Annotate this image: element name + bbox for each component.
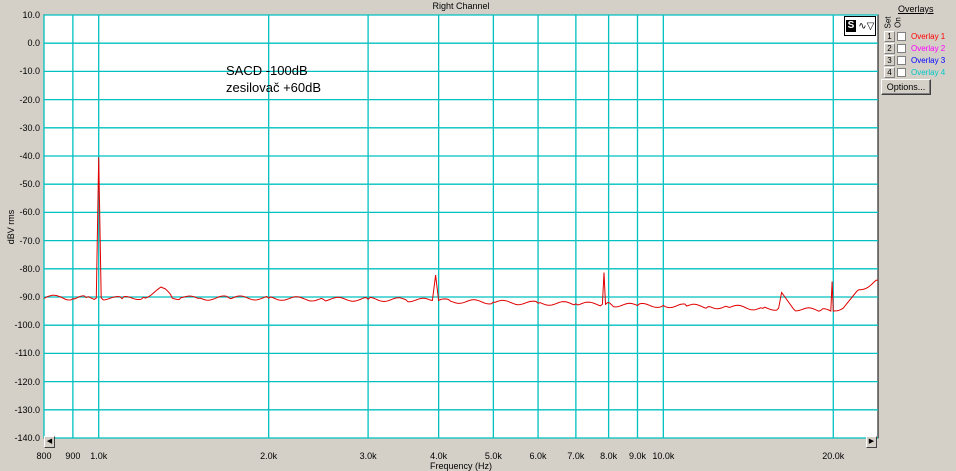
x-tick-label: 10.0k xyxy=(652,451,675,461)
overlay-row: 1 Overlay 1 xyxy=(884,31,945,42)
y-tick-label: -70.0 xyxy=(19,235,40,246)
scroll-left-button[interactable]: ◀ xyxy=(44,436,55,448)
overlay-set-button[interactable]: 2 xyxy=(884,43,895,54)
overlay-on-checkbox[interactable] xyxy=(897,68,906,77)
x-tick-label: 4.0k xyxy=(430,451,448,461)
annotation-line-2: zesilovač +60dB xyxy=(226,80,322,95)
x-tick-label: 20.0k xyxy=(822,451,845,461)
overlay-label: Overlay 3 xyxy=(911,56,946,65)
x-tick-label: 2.0k xyxy=(260,451,278,461)
sweep-s-icon: S xyxy=(845,20,857,32)
overlay-label: Overlay 4 xyxy=(911,68,946,77)
y-tick-label: 10.0 xyxy=(22,10,40,20)
overlays-title: Overlays xyxy=(898,4,934,14)
x-axis-label: Frequency (Hz) xyxy=(429,461,492,471)
options-button[interactable]: Options... xyxy=(881,79,931,95)
y-tick-label: -40.0 xyxy=(19,151,40,161)
arrow-right-icon: ▶ xyxy=(868,438,875,445)
y-tick-label: -60.0 xyxy=(19,207,40,218)
overlay-col-set: Set xyxy=(883,16,893,29)
chart-annotation: SACD -100dB zesilovač +60dB xyxy=(226,62,321,96)
y-tick-label: -80.0 xyxy=(19,263,40,274)
overlay-on-checkbox[interactable] xyxy=(897,44,906,53)
overlay-on-checkbox[interactable] xyxy=(897,56,906,65)
analyzer-window: Right Channel dBV rms Frequency (Hz) 10.… xyxy=(0,0,956,471)
arrow-left-icon: ◀ xyxy=(46,438,53,445)
waveform-icon: ∿▽ xyxy=(858,20,875,32)
overlay-label: Overlay 1 xyxy=(911,32,946,41)
x-tick-label: 1.0k xyxy=(90,451,108,461)
y-tick-label: -30.0 xyxy=(19,122,40,133)
overlay-row: 2 Overlay 2 xyxy=(884,43,945,54)
y-tick-label: -50.0 xyxy=(19,179,40,190)
annotation-line-1: SACD -100dB xyxy=(226,63,308,78)
plot-area[interactable] xyxy=(0,0,956,471)
x-tick-label: 3.0k xyxy=(359,451,377,461)
scroll-right-button[interactable]: ▶ xyxy=(866,436,877,448)
sweep-mode-icon[interactable]: S ∿▽ xyxy=(844,16,876,36)
y-tick-label: 0.0 xyxy=(27,38,40,49)
plot-background xyxy=(43,14,879,439)
y-tick-label: -110.0 xyxy=(15,348,40,359)
x-tick-label: 5.0k xyxy=(484,451,502,461)
overlay-col-on: On xyxy=(893,17,903,28)
overlay-row: 3 Overlay 3 xyxy=(884,55,945,66)
y-tick-label: -100.0 xyxy=(14,320,40,331)
y-tick-label: -130.0 xyxy=(14,404,40,415)
overlay-on-checkbox[interactable] xyxy=(897,32,906,41)
y-tick-label: -10.0 xyxy=(19,66,40,77)
overlay-set-button[interactable]: 4 xyxy=(884,67,895,78)
y-tick-label: -90.0 xyxy=(19,292,40,302)
x-tick-label: 6.0k xyxy=(529,451,547,461)
y-tick-label: -140.0 xyxy=(14,433,40,443)
y-tick-label: -20.0 xyxy=(19,94,40,105)
y-tick-label: -120.0 xyxy=(14,376,40,387)
overlay-row: 4 Overlay 4 xyxy=(884,67,945,78)
overlay-set-button[interactable]: 3 xyxy=(884,55,895,66)
overlay-set-button[interactable]: 1 xyxy=(884,31,895,42)
overlay-label: Overlay 2 xyxy=(911,44,946,53)
